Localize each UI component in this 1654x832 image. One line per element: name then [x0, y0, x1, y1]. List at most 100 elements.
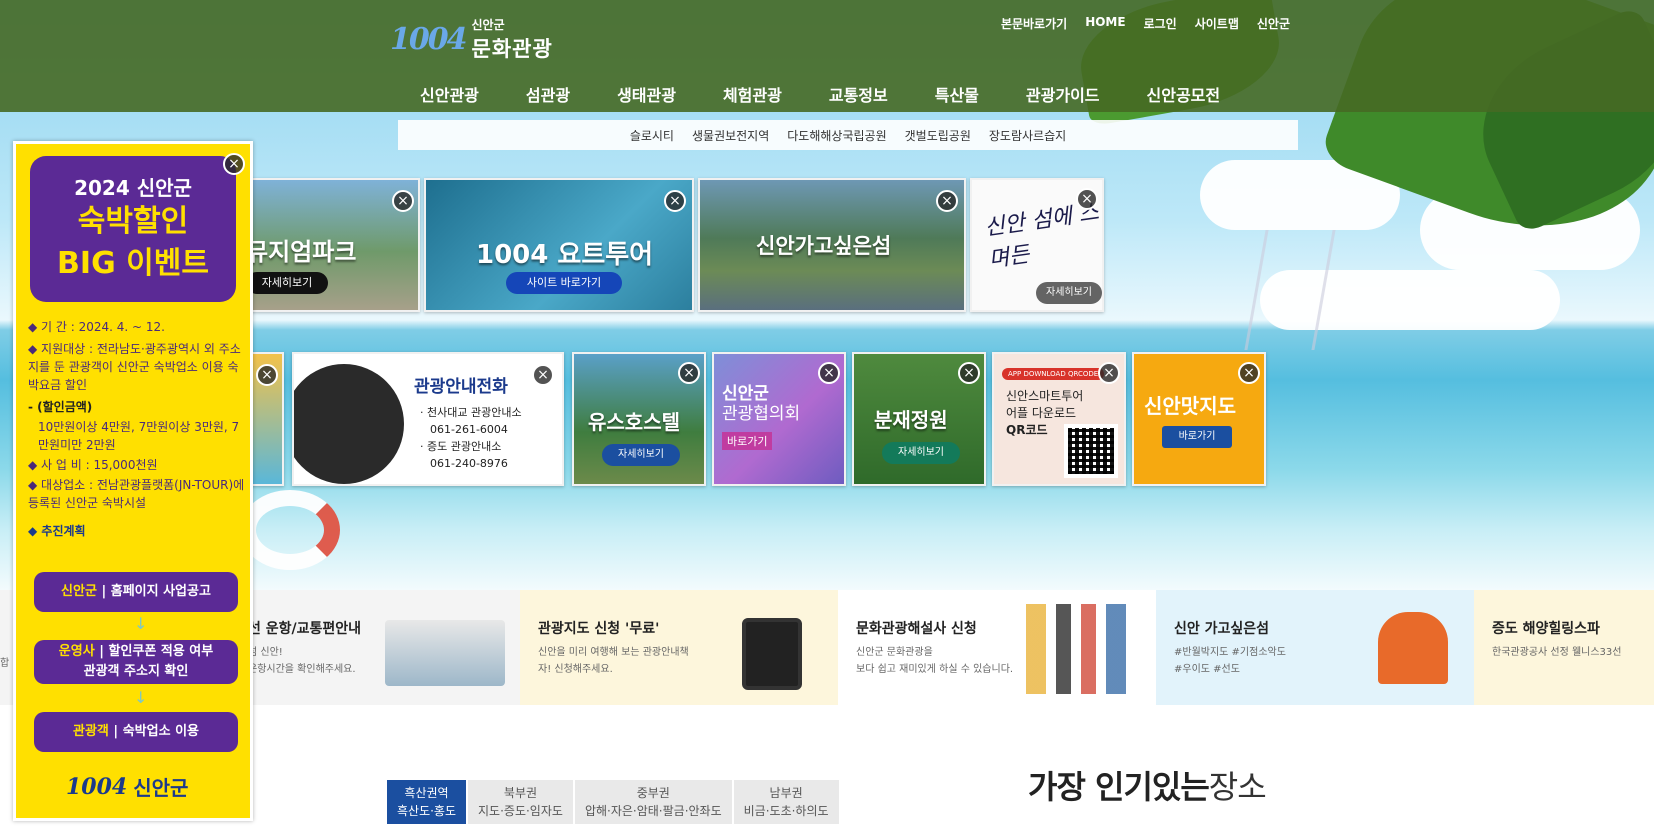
- go-button[interactable]: 바로가기: [722, 432, 773, 450]
- tab-places: 압해·자은·암태·팔금·안좌도: [584, 804, 722, 818]
- banner-bonsai-garden[interactable]: 분재정원 자세히보기 ×: [852, 352, 986, 486]
- banner-food-map[interactable]: 신안맛지도 바로가기 ×: [1132, 352, 1266, 486]
- banner-tourism-council[interactable]: 신안군 관광협의회 바로가기 ×: [712, 352, 846, 486]
- tab-heuksan[interactable]: 흑산권역 흑산도·홍도: [387, 780, 467, 824]
- detail-button[interactable]: 자세히보기: [602, 444, 680, 466]
- nav-item[interactable]: 교통정보: [829, 82, 888, 106]
- subnav-item[interactable]: 갯벌도립공원: [905, 127, 971, 144]
- banner-app-download[interactable]: APP DOWNLOAD QRCODE 신안스마트투어 어플 다운로드 QR코드…: [992, 352, 1126, 486]
- banner-tourist-phone[interactable]: 관광안내전화 · 천사대교 관광안내소 061-261-6004 · 증도 관광…: [292, 352, 564, 486]
- quick-link-desc: 운항시간을 확인해주세요.: [248, 664, 356, 675]
- subnav-item[interactable]: 슬로시티: [630, 127, 674, 144]
- close-icon[interactable]: ×: [256, 364, 278, 386]
- utility-nav: 본문바로가기 HOME 로그인 사이트맵 신안군: [1001, 15, 1290, 32]
- detail-button[interactable]: 자세히보기: [1036, 282, 1102, 304]
- util-home-link[interactable]: HOME: [1085, 15, 1125, 32]
- close-icon[interactable]: ×: [1098, 362, 1120, 384]
- banner-calligraphy[interactable]: 신안 섬에 스며든 자세히보기 ×: [970, 178, 1104, 312]
- tab-label: 북부권: [503, 786, 538, 800]
- phone-center-1: · 천사대교 관광안내소: [420, 406, 522, 419]
- close-icon[interactable]: ×: [678, 362, 700, 384]
- step-desc: 관광객 주소지 확인: [83, 664, 189, 679]
- popular-heading-bold: 가장 인기있는: [1028, 768, 1210, 806]
- nav-item[interactable]: 체험관광: [723, 82, 782, 106]
- step-operator: 운영사 | 할인쿠폰 적용 여부 관광객 주소지 확인: [34, 640, 238, 684]
- phone-number-1: 061-261-6004: [430, 423, 508, 436]
- nav-item[interactable]: 섬관광: [526, 82, 570, 106]
- banner-youth-hostel[interactable]: 유스호스텔 자세히보기 ×: [572, 352, 706, 486]
- detail-button[interactable]: 자세히보기: [882, 442, 960, 464]
- subnav-item[interactable]: 생물권보전지역: [692, 127, 769, 144]
- popup-discount: 10만원이상 4만원, 7만원이상 3만원, 7만원미만 2만원: [38, 420, 240, 452]
- quick-link-islands[interactable]: 신안 가고싶은섬 #반월박지도 #기점소악도 #우이도 #선도: [1156, 590, 1474, 705]
- nav-item[interactable]: 특산물: [935, 82, 979, 106]
- step-tourist: 관광객 | 숙박업소 이용: [34, 712, 238, 752]
- popup-title-3: BIG 이벤트: [57, 246, 209, 281]
- quick-link-spa[interactable]: 증도 해양힐링스파 한국관광공사 선정 웰니스33선: [1474, 590, 1654, 705]
- subnav-item[interactable]: 다도해해상국립공원: [787, 127, 886, 144]
- sub-nav: 슬로시티 생물권보전지역 다도해해상국립공원 갯벌도립공원 장도람사르습지: [398, 120, 1298, 150]
- popup-period: ◆ 기 간 : 2024. 4. ~ 12.: [28, 320, 165, 334]
- tab-north[interactable]: 북부권 지도·증도·임자도: [468, 780, 573, 824]
- nav-item[interactable]: 관광가이드: [1026, 82, 1100, 106]
- phone-number-2: 061-240-8976: [430, 457, 508, 470]
- building-icon: [1378, 612, 1448, 684]
- banner-title: 분재정원: [874, 408, 948, 432]
- qr-code-icon[interactable]: [1064, 424, 1118, 478]
- site-logo[interactable]: 1004 신안군 문화관광: [390, 16, 553, 63]
- util-skip-link[interactable]: 본문바로가기: [1001, 15, 1067, 32]
- banner-title: 신안맛지도: [1144, 394, 1236, 418]
- tab-south[interactable]: 남부권 비금·도초·하의도: [733, 780, 839, 824]
- banner-title: 뮤지엄파크: [246, 238, 357, 266]
- banner-title: 1004 요트투어: [476, 240, 654, 270]
- close-icon[interactable]: ×: [664, 190, 686, 212]
- tab-label: 중부권: [636, 786, 670, 800]
- close-icon[interactable]: ×: [818, 362, 840, 384]
- detail-button[interactable]: 자세히보기: [246, 272, 328, 294]
- util-login-link[interactable]: 로그인: [1144, 15, 1177, 32]
- quick-link-tour-map[interactable]: 관광지도 신청 '무료' 신안을 미리 여행해 보는 관광안내책 자! 신청해주세…: [520, 590, 838, 705]
- nav-item[interactable]: 신안공모전: [1147, 82, 1221, 106]
- phone-title: 관광안내전화: [414, 377, 508, 397]
- step-announce: 신안군 | 홈페이지 사업공고: [34, 572, 238, 612]
- close-icon[interactable]: ×: [532, 364, 554, 386]
- close-icon[interactable]: ×: [223, 153, 245, 175]
- nav-item[interactable]: 생태관광: [617, 82, 676, 106]
- region-tabs: 흑산권역 흑산도·홍도 북부권 지도·증도·임자도 중부권압해·자은·암태·팔금·안…: [387, 780, 839, 824]
- close-icon[interactable]: ×: [958, 362, 980, 384]
- nav-item[interactable]: 신안관광: [420, 82, 479, 106]
- logo-mark: 1004: [390, 22, 467, 57]
- quick-link-desc: 섬 신안!: [248, 647, 283, 658]
- app-line-2: 어플 다운로드: [1006, 406, 1077, 420]
- close-icon[interactable]: ×: [392, 190, 414, 212]
- tab-central[interactable]: 중부권압해·자은·암태·팔금·안좌도: [574, 780, 732, 824]
- close-icon[interactable]: ×: [1076, 188, 1098, 210]
- popup-target: ◆ 지원대상 : 전라남도·광주광역시 외 주소지를 둔 관광객이 신안군 숙박…: [28, 342, 241, 392]
- popular-places-heading: 가장 인기있는장소: [1028, 762, 1267, 808]
- council-title-2: 관광협의회: [722, 404, 801, 424]
- tablet-map-icon: [742, 618, 802, 690]
- event-popup: 2024 신안군 숙박할인 BIG 이벤트 × ◆ 기 간 : 2024. 4.…: [13, 141, 253, 821]
- popup-title-2: 숙박할인: [77, 204, 189, 239]
- util-county-link[interactable]: 신안군: [1257, 15, 1290, 32]
- step-desc: 할인쿠폰 적용 여부: [108, 644, 214, 659]
- quick-link-guide[interactable]: 문화관광해설사 신청 신안군 문화관광을 보다 쉽고 재미있게 하실 수 있습니다…: [838, 590, 1156, 705]
- banner-yacht-tour[interactable]: 1004 요트투어 사이트 바로가기 ×: [424, 178, 694, 312]
- util-sitemap-link[interactable]: 사이트맵: [1195, 15, 1239, 32]
- close-icon[interactable]: ×: [936, 190, 958, 212]
- site-link-button[interactable]: 사이트 바로가기: [506, 272, 622, 294]
- popular-heading-rest: 장소: [1208, 768, 1267, 806]
- app-badge: APP DOWNLOAD QRCODE: [1002, 368, 1105, 380]
- banner-museum-park[interactable]: 뮤지엄파크 자세히보기 ×: [232, 178, 420, 312]
- step-desc: 홈페이지 사업공고: [110, 584, 211, 599]
- step-actor: 관광객: [73, 724, 109, 739]
- footer-logo-mark: 1004: [66, 773, 128, 800]
- subnav-item[interactable]: 장도람사르습지: [989, 127, 1066, 144]
- go-button[interactable]: 바로가기: [1162, 426, 1232, 448]
- footer-logo-name: 신안군: [133, 776, 189, 800]
- close-icon[interactable]: ×: [1238, 362, 1260, 384]
- banner-islands[interactable]: 신안가고싶은섬 ×: [698, 178, 966, 312]
- popup-plan: ◆ 추진계획: [28, 524, 86, 538]
- popup-info: ◆ 기 간 : 2024. 4. ~ 12. ◆ 지원대상 : 전라남도·광주광…: [28, 316, 248, 542]
- quick-link-title: 증도 해양힐링스파: [1492, 621, 1600, 637]
